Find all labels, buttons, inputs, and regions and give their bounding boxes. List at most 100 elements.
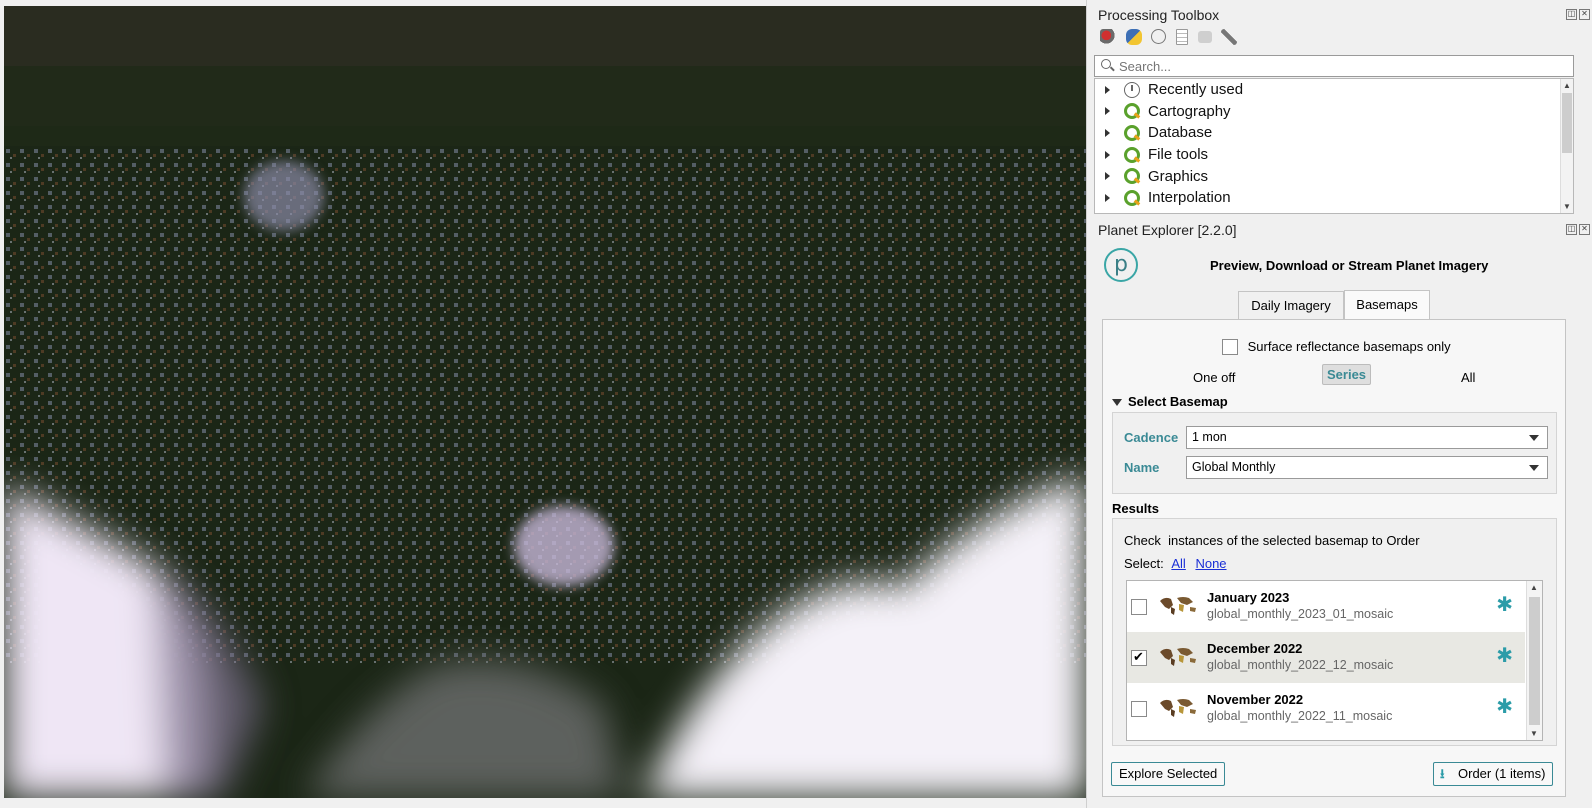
python-icon[interactable] (1125, 28, 1142, 45)
qgis-icon (1124, 103, 1140, 120)
close-icon[interactable]: ✕ (1579, 9, 1590, 20)
results-label: Results (1112, 501, 1159, 516)
select-label: Select: (1124, 556, 1164, 571)
tab-basemaps[interactable]: Basemaps (1344, 290, 1430, 321)
results-list: January 2023 global_monthly_2023_01_mosai… (1126, 580, 1543, 741)
scroll-thumb[interactable] (1562, 93, 1572, 153)
world-map-thumbnail-icon (1160, 597, 1196, 615)
surface-reflectance-checkbox[interactable] (1222, 338, 1238, 355)
satellite-imagery (4, 6, 1086, 798)
qgis-icon (1124, 146, 1140, 163)
search-input[interactable] (1117, 56, 1561, 76)
expand-arrow-icon[interactable] (1105, 172, 1110, 181)
tree-item[interactable]: File tools (1095, 144, 1573, 166)
result-id: global_monthly_2022_11_mosaic (1207, 709, 1393, 723)
toolbox-dock-buttons: ◫ ✕ (1564, 8, 1590, 20)
tree-item-label: Database (1148, 124, 1213, 142)
order-button[interactable]: ⭳ Order (1 items) (1433, 762, 1554, 786)
map-canvas[interactable] (4, 6, 1086, 798)
result-title: December 2022 (1207, 641, 1303, 656)
planet-logo: p (1104, 248, 1138, 282)
tab-daily-imagery[interactable]: Daily Imagery (1238, 291, 1344, 321)
qgis-icon (1124, 189, 1140, 206)
world-map-thumbnail-icon (1160, 699, 1196, 717)
result-title: November 2022 (1207, 692, 1304, 707)
float-icon[interactable]: ◫ (1566, 224, 1577, 235)
mode-one-off[interactable]: One off (1193, 370, 1235, 385)
select-basemap-label: Select Basemap (1128, 394, 1228, 409)
scroll-up-icon[interactable]: ▲ (1530, 583, 1538, 592)
explorer-heading: Preview, Download or Stream Planet Image… (1210, 258, 1489, 273)
cadence-combo[interactable]: 1 mon (1186, 426, 1548, 449)
options-icon[interactable] (1221, 28, 1238, 45)
explorer-dock-buttons: ◫ ✕ (1564, 223, 1590, 235)
tree-item-label: Graphics (1148, 167, 1209, 185)
select-basemap-header[interactable]: Select Basemap (1112, 394, 1228, 409)
collapse-arrow-icon (1112, 399, 1122, 406)
qgis-icon (1124, 124, 1140, 141)
tree-item-label: Interpolation (1148, 189, 1231, 207)
result-row[interactable]: January 2023 global_monthly_2023_01_mosai… (1127, 581, 1525, 632)
name-combo[interactable]: Global Monthly (1186, 456, 1548, 479)
results-icon[interactable] (1175, 28, 1188, 45)
tree-item-label: Cartography (1148, 102, 1231, 120)
download-icon: ⭳ (1440, 766, 1445, 781)
toolbox-toolbar (1100, 28, 1243, 48)
scroll-up-icon[interactable]: ▲ (1563, 81, 1571, 90)
expand-arrow-icon[interactable] (1105, 193, 1110, 202)
mode-series[interactable]: Series (1322, 364, 1372, 385)
models-icon[interactable] (1100, 28, 1116, 45)
name-value: Global Monthly (1192, 460, 1276, 474)
scroll-down-icon[interactable]: ▼ (1530, 729, 1538, 738)
explore-selected-button[interactable]: Explore Selected (1111, 762, 1226, 786)
tree-scrollbar[interactable]: ▲ ▼ (1560, 79, 1573, 213)
expand-arrow-icon[interactable] (1105, 150, 1110, 159)
basemaps-tab-body: Surface reflectance basemaps only One of… (1102, 319, 1566, 797)
history-icon[interactable] (1151, 29, 1167, 45)
result-checkbox[interactable] (1131, 701, 1147, 717)
result-row[interactable]: December 2022 global_monthly_2022_12_mosa… (1127, 632, 1525, 683)
surface-reflectance-label: Surface reflectance basemaps only (1247, 339, 1451, 355)
float-icon[interactable]: ◫ (1566, 9, 1577, 20)
tree-item-label: File tools (1148, 146, 1209, 164)
processing-toolbox-title: Processing Toolbox (1098, 7, 1220, 23)
select-all-link[interactable]: All (1171, 556, 1185, 571)
planet-explorer-title: Planet Explorer [2.2.0] (1098, 222, 1237, 238)
result-row[interactable]: November 2022 global_monthly_2022_11_mosa… (1127, 683, 1525, 734)
result-title: January 2023 (1207, 590, 1290, 605)
tree-item-label: Recently used (1148, 81, 1244, 99)
chevron-down-icon (1529, 435, 1539, 441)
tree-item[interactable]: Database (1095, 122, 1573, 144)
close-icon[interactable]: ✕ (1579, 224, 1590, 235)
expand-arrow-icon[interactable] (1105, 85, 1110, 94)
mode-all[interactable]: All (1461, 370, 1475, 385)
select-none-link[interactable]: None (1195, 556, 1226, 571)
gear-icon[interactable]: ✱ (1496, 646, 1513, 666)
tree-item[interactable]: Recently used (1095, 79, 1573, 101)
result-checkbox[interactable] (1131, 599, 1147, 615)
surface-reflectance-option: Surface reflectance basemaps only (1222, 338, 1451, 355)
gear-icon[interactable]: ✱ (1496, 697, 1513, 717)
tree-item[interactable]: Graphics (1095, 165, 1573, 187)
expand-arrow-icon[interactable] (1105, 128, 1110, 137)
algorithm-tree: Recently used Cartography Database File too… (1094, 78, 1574, 214)
result-id: global_monthly_2023_01_mosaic (1207, 607, 1394, 621)
chevron-down-icon (1529, 465, 1539, 471)
gear-icon[interactable]: ✱ (1496, 595, 1513, 615)
world-map-thumbnail-icon (1160, 648, 1196, 666)
select-links: Select: All None (1124, 556, 1227, 571)
select-basemap-group: Cadence 1 mon Name Global Monthly (1112, 412, 1557, 494)
result-id: global_monthly_2022_12_mosaic (1207, 658, 1394, 672)
tree-item[interactable]: Cartography (1095, 101, 1573, 123)
qgis-icon (1124, 168, 1140, 185)
scroll-down-icon[interactable]: ▼ (1563, 202, 1571, 211)
expand-arrow-icon[interactable] (1105, 107, 1110, 116)
result-checkbox[interactable] (1131, 649, 1147, 666)
tree-item[interactable]: Interpolation (1095, 187, 1573, 209)
results-scrollbar[interactable]: ▲ ▼ (1526, 581, 1542, 740)
name-label: Name (1124, 460, 1160, 475)
side-panel: Processing Toolbox ◫✕ Recently usedCarto… (1092, 0, 1592, 808)
edit-features-icon[interactable] (1197, 30, 1212, 43)
results-hint: Check instances of the selected basemap … (1124, 533, 1420, 548)
scroll-thumb[interactable] (1529, 597, 1540, 725)
